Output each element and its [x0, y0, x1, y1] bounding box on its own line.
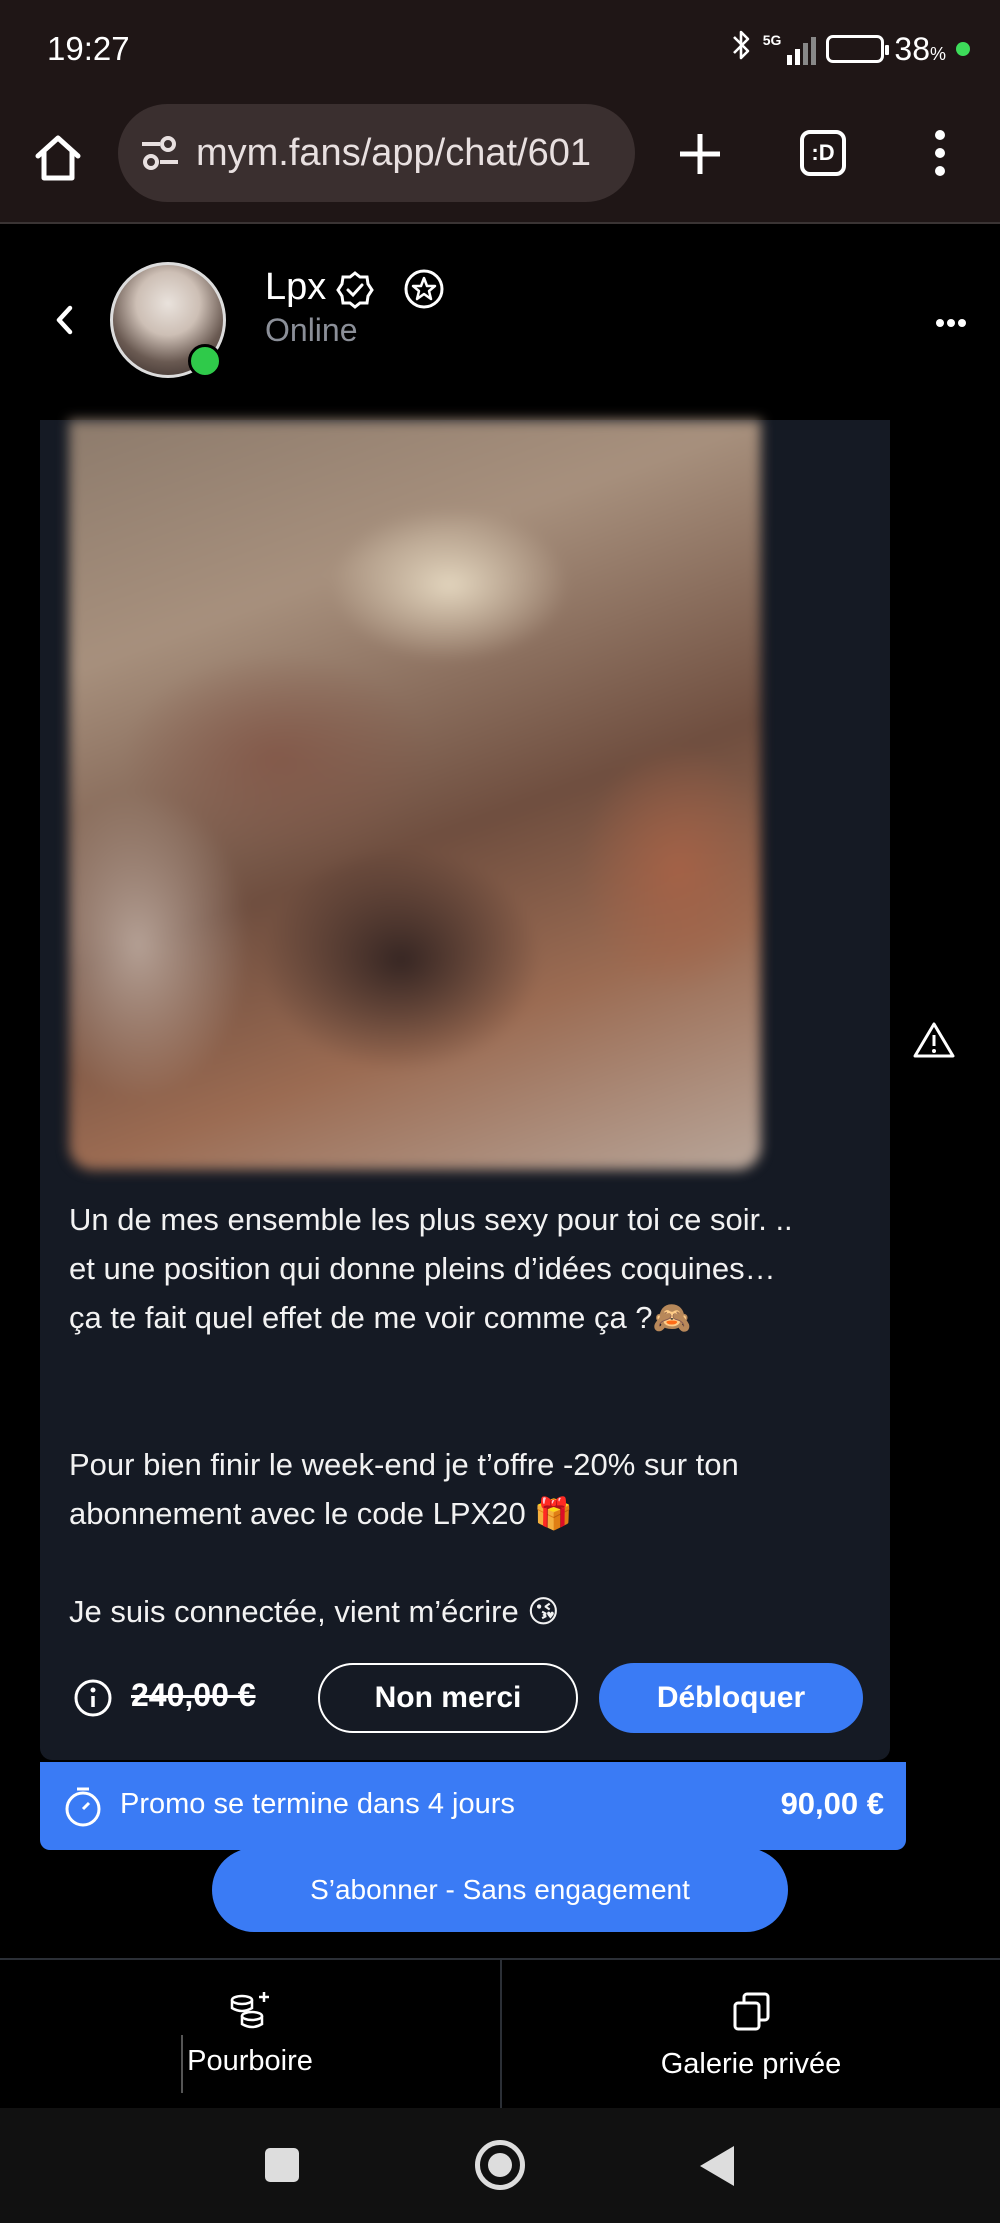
- home-nav-button[interactable]: [475, 2140, 525, 2190]
- promo-price: 90,00 €: [780, 1786, 884, 1821]
- info-icon[interactable]: [73, 1678, 113, 1718]
- star-badge-icon[interactable]: [403, 268, 445, 310]
- promo-text: Promo se termine dans 4 jours: [120, 1788, 515, 1820]
- status-bar: 19:27 5G 38%: [0, 0, 1000, 100]
- private-gallery-button[interactable]: Galerie privée: [502, 1960, 1000, 2108]
- coins-plus-icon: [230, 1992, 269, 2029]
- battery-icon: [826, 35, 890, 63]
- kebab-menu-icon: [935, 130, 945, 176]
- bluetooth-icon: [731, 28, 753, 70]
- address-bar[interactable]: mym.fans/app/chat/601: [118, 104, 635, 202]
- system-navigation-bar: [0, 2108, 1000, 2223]
- tip-label: Pourboire: [187, 2045, 313, 2077]
- tip-button[interactable]: Pourboire: [0, 1960, 500, 2108]
- contact-name[interactable]: Lpx: [265, 266, 326, 309]
- battery-percent: 38%: [894, 30, 946, 67]
- tab-switcher-button[interactable]: :D: [800, 130, 846, 176]
- back-nav-button[interactable]: [700, 2146, 734, 2186]
- status-time: 19:27: [47, 30, 130, 67]
- message-text: Un de mes ensemble les plus sexy pour to…: [69, 1202, 793, 1629]
- recents-button[interactable]: [265, 2148, 299, 2182]
- original-price: 240,00 €: [131, 1677, 256, 1713]
- promo-banner: Promo se termine dans 4 jours 90,00 €: [40, 1762, 906, 1850]
- gallery-label: Galerie privée: [660, 2048, 842, 2080]
- privacy-indicator-dot: [956, 42, 970, 56]
- timer-icon: [65, 1787, 101, 1827]
- signal-icon: 5G: [763, 33, 817, 65]
- site-settings-icon[interactable]: [140, 135, 180, 171]
- subscribe-button[interactable]: S’abonner - Sans engagement: [212, 1848, 788, 1932]
- message-card: Un de mes ensemble les plus sexy pour to…: [40, 420, 890, 1760]
- browser-toolbar: mym.fans/app/chat/601 :D: [0, 100, 1000, 224]
- browser-menu-button[interactable]: [925, 128, 955, 178]
- blurred-media-preview[interactable]: [69, 420, 761, 1170]
- warning-icon[interactable]: [912, 1020, 956, 1060]
- contact-status: Online: [265, 312, 358, 348]
- url-text[interactable]: mym.fans/app/chat/601: [196, 132, 616, 175]
- decline-button[interactable]: Non merci: [318, 1663, 578, 1733]
- status-icons: 5G 38%: [731, 28, 970, 70]
- more-horizontal-icon: [936, 319, 966, 327]
- unlock-button[interactable]: Débloquer: [599, 1663, 863, 1733]
- chat-header: Lpx Online: [0, 226, 1000, 416]
- verified-badge-icon: [336, 271, 374, 309]
- home-button[interactable]: [30, 130, 86, 186]
- new-tab-button[interactable]: [670, 124, 730, 184]
- online-indicator: [188, 344, 222, 378]
- copy-stack-icon: [733, 1992, 770, 2031]
- more-options-button[interactable]: [935, 316, 967, 330]
- home-icon: [35, 135, 81, 181]
- plus-icon: [680, 134, 720, 174]
- price-row: 240,00 € Non merci Débloquer: [69, 1663, 869, 1733]
- chevron-left-icon: [56, 305, 73, 335]
- network-type: 5G: [762, 32, 782, 48]
- bottom-action-bar: Pourboire Galerie privée: [0, 1958, 1000, 2108]
- back-button[interactable]: [50, 300, 80, 340]
